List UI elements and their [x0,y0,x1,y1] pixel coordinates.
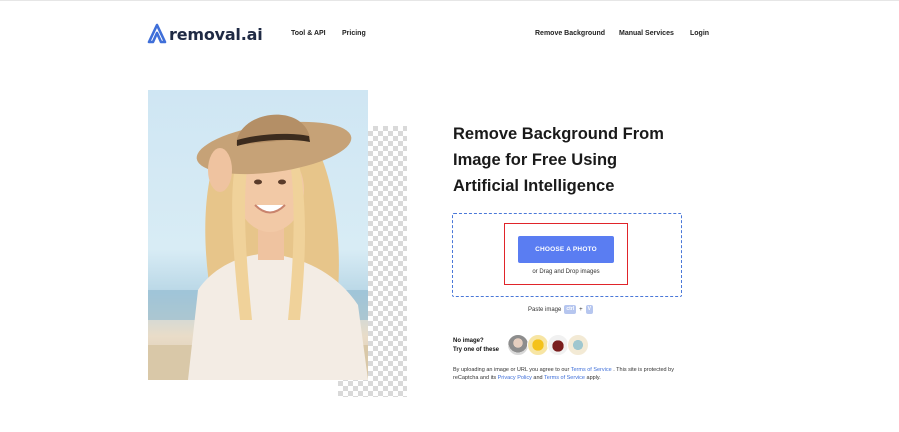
title-line-2: Image for Free Using [453,151,618,169]
nav-login[interactable]: Login [690,30,709,37]
sample-woman-thumbnail[interactable] [507,334,529,356]
v-key: V [585,305,593,314]
title-line-1: Remove Background From [453,125,664,143]
terms-text-4: apply. [584,375,601,381]
no-image-prompt: No image? Try one of these [453,337,499,355]
logo[interactable]: removal.ai [146,22,263,46]
top-border [0,0,899,1]
terms-text-1: By uploading an image or URL you agree t… [453,367,571,373]
nav-pricing[interactable]: Pricing [342,30,366,37]
plus-sign: + [579,306,583,313]
sample-flower-thumbnail[interactable] [527,334,549,356]
try-label: Try one of these [453,347,500,353]
paste-hint: Paste image ctrl + V [528,305,593,314]
logo-icon [147,23,167,44]
drag-drop-hint: or Drag and Drop images [532,269,600,275]
hero-image [148,90,407,397]
hero-photo [148,90,368,380]
title-line-3: Artificial Intelligence [453,177,615,195]
logo-text: removal.ai [169,24,263,44]
terms-of-service-link-2[interactable]: Terms of Service [544,375,585,381]
sample-jar-thumbnail[interactable] [547,334,569,356]
paste-label: Paste image [528,306,562,313]
sample-bottle-thumbnail[interactable] [567,334,589,356]
page-title: Remove Background From Image for Free Us… [453,121,713,199]
terms-text-3: and [531,375,545,381]
ctrl-key: ctrl [564,305,577,314]
sample-images [507,334,589,356]
nav-remove-background[interactable]: Remove Background [535,30,605,37]
terms-notice: By uploading an image or URL you agree t… [453,366,678,382]
choose-photo-button[interactable]: CHOOSE A PHOTO [518,236,614,263]
no-image-label: No image? [453,338,484,344]
privacy-policy-link[interactable]: Privacy Policy [498,375,532,381]
nav-manual-services[interactable]: Manual Services [619,30,674,37]
terms-of-service-link[interactable]: Terms of Service [571,367,612,373]
nav-tool-api[interactable]: Tool & API [291,30,326,37]
